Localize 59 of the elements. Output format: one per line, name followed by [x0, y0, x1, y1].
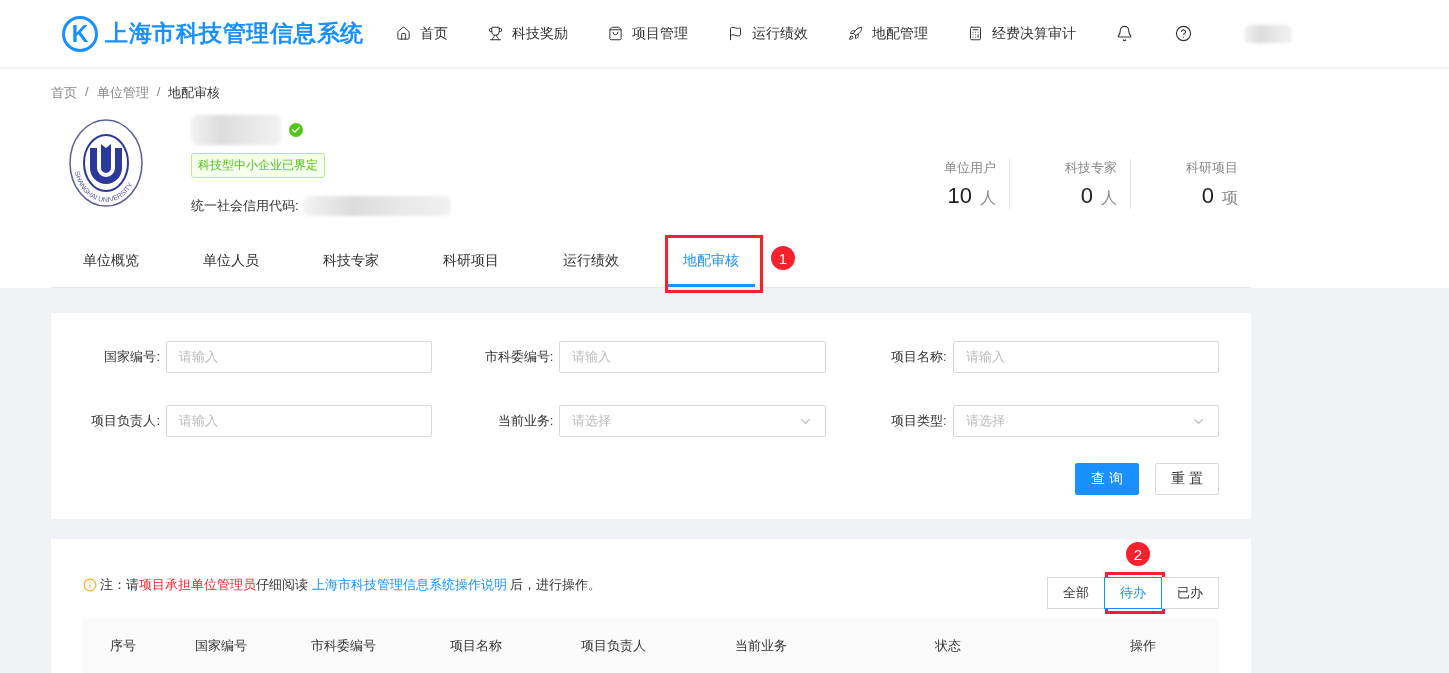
- column-header: 国家编号: [193, 637, 248, 655]
- stat-label: 单位用户: [944, 159, 996, 177]
- callout-badge: 1: [771, 246, 795, 270]
- stat-unit: 人: [980, 188, 996, 208]
- trophy-icon: [487, 26, 503, 41]
- nav-item[interactable]: 运行绩效: [727, 24, 808, 43]
- nav-item[interactable]: 地配管理: [847, 24, 928, 43]
- field-label: 市科委编号:: [483, 348, 555, 366]
- column-header: 序号: [109, 637, 137, 655]
- credit-code-label: 统一社会信用代码:: [191, 197, 299, 215]
- filter-tab[interactable]: 全部: [1047, 577, 1105, 609]
- nav-item[interactable]: 项目管理: [607, 24, 688, 43]
- tab[interactable]: 科研项目: [427, 241, 515, 287]
- field-label: 项目类型:: [890, 412, 948, 430]
- stat-label: 科研项目: [1186, 159, 1238, 177]
- info-icon: [83, 578, 97, 592]
- breadcrumb-item[interactable]: 首页: [51, 84, 77, 111]
- breadcrumb-item[interactable]: 地配审核: [168, 84, 221, 111]
- filter-tab[interactable]: 已办: [1161, 577, 1219, 609]
- field-label: 项目负责人:: [90, 412, 161, 430]
- field-label: 项目名称:: [890, 348, 948, 366]
- blurred-user-name: [1243, 24, 1292, 43]
- tab[interactable]: 科技专家: [307, 241, 395, 287]
- nav-item[interactable]: 首页: [395, 24, 448, 43]
- column-header: 操作: [1129, 637, 1157, 655]
- flag-icon: [727, 26, 743, 41]
- stat-unit: 项: [1222, 188, 1238, 208]
- column-header: 当前业务: [733, 637, 788, 655]
- status-tag: 科技型中小企业已界定: [191, 153, 325, 178]
- field-label: 国家编号:: [103, 348, 161, 366]
- rocket-icon: [847, 26, 863, 41]
- stat-value: 0: [1080, 183, 1093, 209]
- column-header: 状态: [934, 637, 962, 655]
- stat-value: 10: [947, 183, 972, 209]
- column-header: 项目负责人: [579, 637, 647, 655]
- nav-item[interactable]: 经费决算审计: [967, 24, 1076, 43]
- breadcrumb-item[interactable]: 单位管理: [96, 84, 149, 111]
- logo-icon: K: [61, 14, 99, 53]
- field-label: 当前业务:: [496, 412, 555, 430]
- tab[interactable]: 单位概览: [67, 241, 155, 287]
- column-header: 项目名称: [448, 637, 503, 655]
- stat-value: 0: [1201, 183, 1214, 209]
- tab[interactable]: 单位人员: [187, 241, 275, 287]
- breadcrumb-separator: /: [85, 84, 89, 101]
- reset-button[interactable]: 重 置: [1155, 463, 1219, 495]
- help-icon[interactable]: [1174, 25, 1192, 42]
- bag-icon: [607, 26, 623, 41]
- home-icon: [395, 26, 411, 41]
- notification-icon[interactable]: [1115, 25, 1133, 42]
- nav-item[interactable]: 科技奖励: [487, 24, 568, 43]
- stat-unit: 人: [1101, 188, 1117, 208]
- app-title: 上海市科技管理信息系统: [105, 19, 364, 48]
- notice-text: 注：请项目承担单位管理员仔细阅读 上海市科技管理信息系统操作说明 后，进行操作。: [83, 576, 602, 594]
- stat-label: 科技专家: [1065, 159, 1117, 177]
- tab[interactable]: 运行绩效: [547, 241, 635, 287]
- callout-badge: 2: [1126, 542, 1150, 566]
- breadcrumb-separator: /: [156, 84, 161, 101]
- column-header: 市科委编号: [309, 637, 377, 655]
- calculator-icon: [967, 26, 983, 41]
